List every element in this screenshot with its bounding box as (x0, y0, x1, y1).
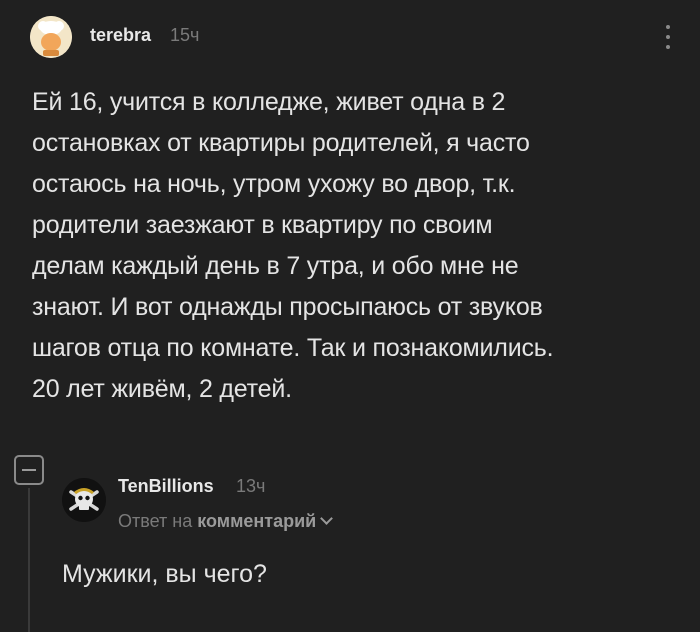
more-vertical-icon (666, 25, 670, 29)
reply-to-target[interactable]: комментарий (197, 511, 316, 531)
comment-author[interactable]: terebra (90, 25, 151, 46)
reply-author[interactable]: TenBillions (118, 476, 214, 497)
comment-time: 15ч (170, 25, 200, 45)
collapse-thread-button[interactable] (14, 455, 44, 485)
reply-to-link[interactable]: Ответ на комментарий (118, 511, 334, 532)
jolly-roger-avatar-icon (62, 478, 106, 522)
chef-avatar-icon (30, 16, 72, 58)
more-options-button[interactable] (660, 22, 676, 52)
avatar-tenbillions[interactable] (62, 478, 106, 522)
reply-to-prefix: Ответ на (118, 511, 193, 531)
thread-line[interactable] (28, 488, 30, 632)
reply-body: Мужики, вы чего? (62, 560, 267, 588)
avatar-terebra[interactable] (30, 16, 72, 58)
chevron-down-icon[interactable] (320, 512, 334, 525)
reply-time: 13ч (236, 476, 266, 496)
comment-body: Ей 16, учится в колледже, живет одна в 2… (32, 88, 554, 403)
